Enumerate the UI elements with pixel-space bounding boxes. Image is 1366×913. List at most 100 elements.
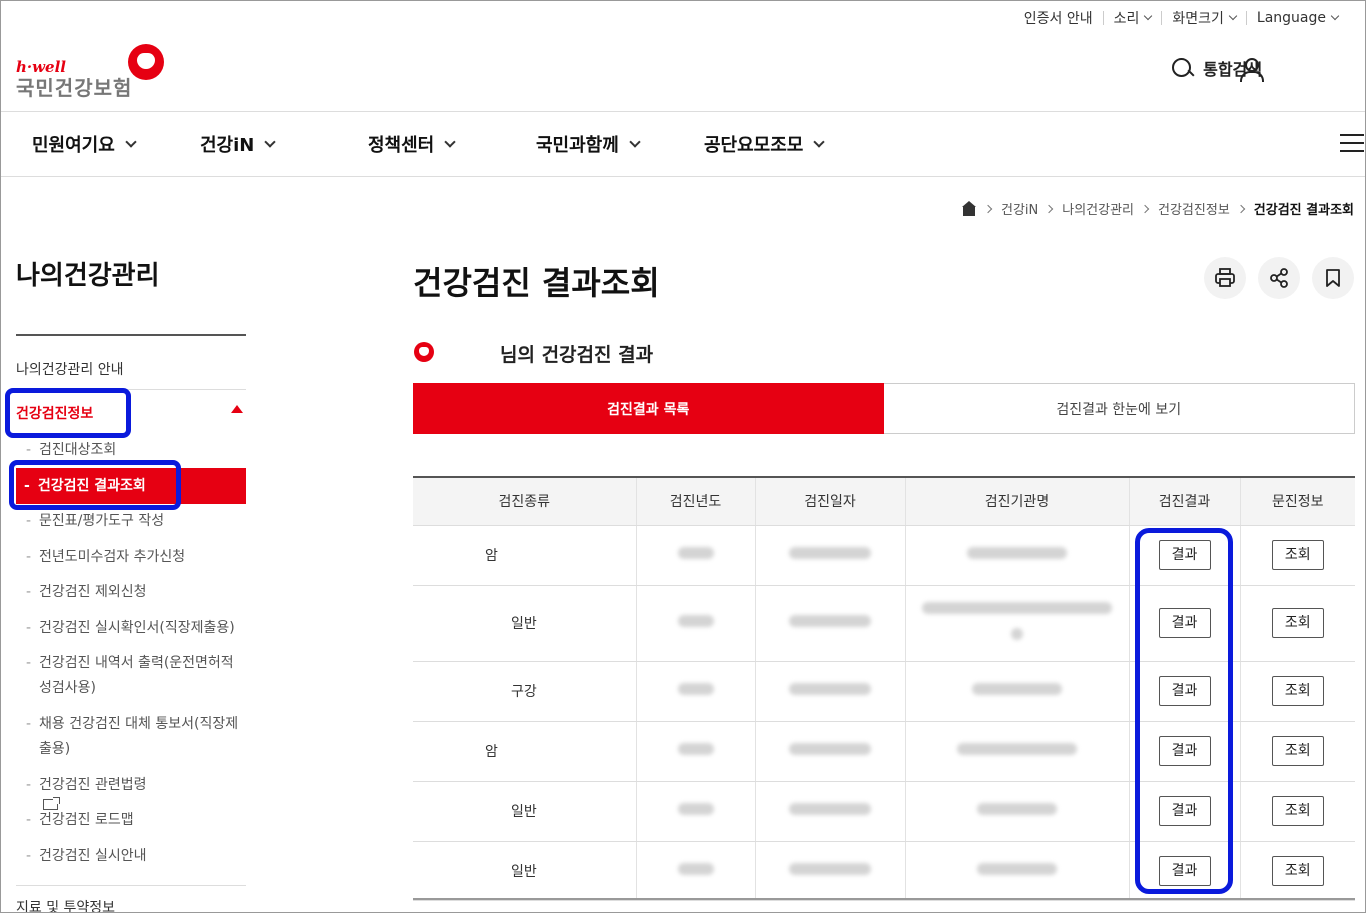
sidebar-item-checkup-info[interactable]: 건강검진정보 — [16, 403, 93, 423]
cell-kind: 일반 — [413, 781, 636, 842]
sidebar-sub-roadmap[interactable]: 건강검진 로드맵 — [26, 808, 246, 833]
sidebar-sub-guide[interactable]: 건강검진 실시안내 — [26, 844, 246, 869]
sidebar-sub-label: 건강검진 제외신청 — [39, 584, 147, 600]
print-button[interactable] — [1204, 257, 1246, 299]
sidebar-sub-law[interactable]: 건강검진 관련법령 — [26, 773, 246, 810]
gnb-item-civil[interactable]: 민원여기요 — [32, 131, 200, 157]
sidebar-item-guide[interactable]: 나의건강관리 안내 — [16, 359, 124, 379]
chevron-down-icon — [813, 136, 826, 148]
cell-result: 결과 — [1128, 841, 1240, 901]
screen-size-label: 화면크기 — [1172, 11, 1224, 27]
cert-guide-link[interactable]: 인증서 안내 — [1014, 8, 1103, 28]
caret-up-icon[interactable] — [231, 405, 243, 413]
sound-menu[interactable]: 소리 — [1104, 8, 1162, 28]
redacted-value — [789, 683, 871, 695]
redacted-value — [789, 803, 871, 815]
heart-bullet-icon — [414, 342, 434, 362]
kind-label: 암 — [485, 548, 498, 564]
cell-questionnaire: 조회 — [1239, 585, 1355, 662]
tab-result-list[interactable]: 검진결과 목록 — [413, 383, 884, 434]
result-tabs: 검진결과 목록 검진결과 한눈에 보기 — [413, 383, 1355, 434]
gnb-item-health-in[interactable]: 건강iN — [200, 131, 368, 157]
sidebar-title: 나의건강관리 — [16, 261, 160, 291]
breadcrumb-item[interactable]: 건강검진정보 — [1158, 199, 1230, 218]
bookmark-button[interactable] — [1312, 257, 1354, 299]
cell-institution — [904, 585, 1129, 662]
user-icon[interactable] — [1239, 58, 1264, 82]
cell-date — [754, 661, 905, 722]
cell-year — [635, 585, 755, 662]
inquiry-button[interactable]: 조회 — [1271, 855, 1324, 886]
table-row: 구강 결과 조회 — [413, 661, 1355, 722]
cell-kind: 일반 — [413, 841, 636, 901]
inquiry-button[interactable]: 조회 — [1271, 676, 1324, 706]
gnb-label: 공단요모조모 — [704, 135, 804, 156]
table-row: 암 결과 조회 — [413, 721, 1355, 782]
cell-year — [635, 841, 755, 901]
gnb-item-with-people[interactable]: 국민과함께 — [536, 131, 704, 157]
tab-result-overview[interactable]: 검진결과 한눈에 보기 — [883, 383, 1355, 434]
sidebar-sub-additional-request[interactable]: 전년도미수검자 추가신청 — [26, 545, 246, 570]
share-button[interactable] — [1258, 257, 1300, 299]
result-button[interactable]: 결과 — [1158, 736, 1211, 766]
cell-questionnaire: 조회 — [1239, 841, 1355, 901]
cell-institution — [904, 781, 1129, 842]
gnb-item-about[interactable]: 공단요모조모 — [704, 131, 872, 157]
sidebar-sub-label: 건강검진 실시확인서(직장제출용) — [39, 620, 235, 636]
col-header-result: 검진결과 — [1128, 477, 1240, 526]
sidebar-sub-employment[interactable]: 채용 건강검진 대체 통보서(직장제출용) — [26, 712, 246, 762]
chevron-right-icon — [1140, 204, 1150, 213]
cell-result: 결과 — [1128, 721, 1240, 782]
cell-date — [754, 525, 905, 586]
kind-label: 일반 — [511, 804, 537, 820]
kind-label: 구강 — [511, 684, 537, 700]
cell-institution — [904, 525, 1129, 586]
sidebar-sub-questionnaire[interactable]: 문진표/평가도구 작성 — [26, 509, 246, 534]
cell-kind: 암 — [413, 721, 636, 782]
result-button[interactable]: 결과 — [1158, 676, 1211, 706]
logo[interactable]: h·well 국민건강보험 — [16, 44, 176, 100]
screen-size-menu[interactable]: 화면크기 — [1162, 8, 1246, 28]
sidebar-item-medication[interactable]: 지료 및 투약정보 — [16, 897, 115, 913]
inquiry-button[interactable]: 조회 — [1271, 796, 1324, 826]
cell-date — [754, 721, 905, 782]
language-menu[interactable]: Language — [1247, 10, 1348, 26]
table-row: 암 결과 조회 — [413, 525, 1355, 586]
breadcrumb-item[interactable]: 건강iN — [1001, 199, 1038, 218]
search-icon — [1171, 57, 1193, 79]
result-button[interactable]: 결과 — [1158, 540, 1211, 570]
cell-institution — [904, 841, 1129, 901]
home-icon[interactable] — [961, 200, 977, 217]
redacted-value — [789, 615, 871, 627]
cell-year — [635, 525, 755, 586]
result-button[interactable]: 결과 — [1158, 796, 1211, 826]
sidebar-title-divider — [16, 334, 246, 336]
gnb-divider — [0, 176, 1366, 177]
inquiry-button[interactable]: 조회 — [1271, 736, 1324, 766]
sidebar-sub-exclusion[interactable]: 건강검진 제외신청 — [26, 580, 246, 605]
chevron-right-icon — [983, 204, 993, 213]
inquiry-button[interactable]: 조회 — [1271, 608, 1324, 638]
gnb-item-policy[interactable]: 정책센터 — [368, 131, 536, 157]
breadcrumb-item[interactable]: 나의건강관리 — [1062, 199, 1134, 218]
section-subtitle: 님의 건강검진 결과 — [500, 344, 654, 366]
chevron-down-icon — [629, 136, 641, 148]
cell-kind: 일반 — [413, 585, 636, 662]
sidebar-sub-target[interactable]: 검진대상조회 — [26, 438, 246, 463]
sidebar-sub-statement[interactable]: 건강검진 내역서 출력(운전면허적성검사용) — [26, 651, 246, 701]
kind-label: 암 — [485, 744, 498, 760]
result-button[interactable]: 결과 — [1158, 855, 1211, 886]
sidebar-sub-confirmation[interactable]: 건강검진 실시확인서(직장제출용) — [26, 616, 246, 641]
inquiry-button[interactable]: 조회 — [1271, 540, 1324, 570]
sidebar-sub-label: 건강검진 결과조회 — [37, 478, 146, 494]
sidebar-sub-result-active[interactable]: - 건강검진 결과조회 — [16, 468, 246, 504]
result-button[interactable]: 결과 — [1158, 608, 1211, 638]
breadcrumb: 건강iN 나의건강관리 건강검진정보 건강검진 결과조회 — [961, 199, 1354, 218]
share-icon — [1270, 268, 1288, 288]
utility-bar: 인증서 안내 소리 화면크기 Language — [1014, 8, 1348, 28]
sidebar-sub-label: 건강검진 실시안내 — [39, 848, 147, 864]
bookmark-icon — [1326, 269, 1340, 287]
hamburger-menu-icon[interactable] — [1340, 134, 1364, 152]
cell-date — [754, 841, 905, 901]
cell-result: 결과 — [1128, 661, 1240, 722]
